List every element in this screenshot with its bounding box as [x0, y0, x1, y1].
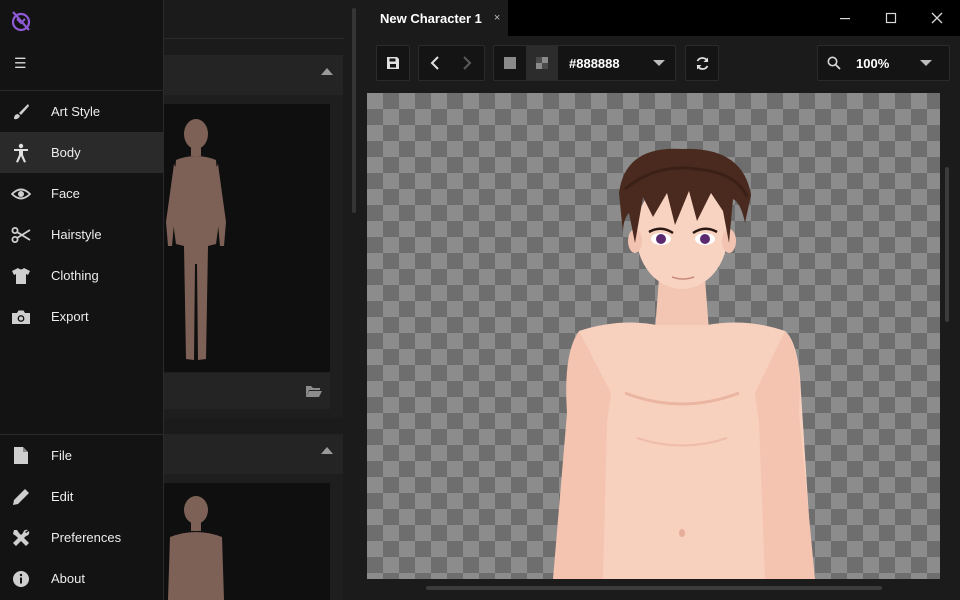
body-type-preview[interactable]: [164, 104, 330, 372]
panel-divider: [164, 38, 344, 39]
folder-open-icon[interactable]: [305, 385, 323, 398]
body-section-header[interactable]: [164, 434, 343, 474]
character-preview: [553, 148, 815, 579]
save-icon: [387, 57, 399, 69]
nav-item-edit[interactable]: Edit: [0, 476, 163, 517]
hamburger-icon[interactable]: ☰: [14, 55, 27, 72]
preview-footer: [164, 373, 330, 409]
editor-area: New Character 1 × #888888 100%: [366, 0, 960, 600]
transparent-background-button[interactable]: [526, 46, 558, 80]
reset-group: [685, 45, 719, 81]
history-group: [418, 45, 485, 81]
camera-icon: [10, 306, 32, 328]
tab-title: New Character 1: [380, 10, 482, 26]
nav-item-label: Art Style: [51, 104, 101, 119]
nav-item-label: Edit: [51, 489, 74, 504]
close-icon: [931, 12, 943, 24]
maximize-button[interactable]: [868, 0, 914, 36]
character-canvas[interactable]: [367, 93, 940, 579]
nav-item-body[interactable]: Body: [0, 132, 163, 173]
refresh-icon: [696, 56, 708, 70]
body-section-header[interactable]: [164, 55, 343, 95]
nav-item-label: Body: [51, 145, 81, 160]
nav-item-face[interactable]: Face: [0, 173, 163, 214]
tshirt-icon: [10, 265, 32, 287]
chevron-right-icon: [463, 56, 472, 70]
redo-button[interactable]: [451, 46, 483, 80]
nav-item-label: Export: [51, 309, 89, 324]
background-group: #888888: [493, 45, 676, 81]
close-tab-icon[interactable]: ×: [494, 12, 500, 24]
nav-item-label: Preferences: [51, 530, 122, 545]
nav-item-clothing[interactable]: Clothing: [0, 255, 163, 296]
nav-item-art-style[interactable]: Art Style: [0, 91, 163, 132]
maximize-icon: [885, 12, 897, 24]
canvas-vertical-scrollbar[interactable]: [945, 167, 949, 322]
navigation-drawer: ☰ Art Style Body Face Hairstyle Clothing: [0, 0, 164, 600]
pencil-icon: [10, 486, 32, 508]
close-window-button[interactable]: [914, 0, 960, 36]
panel-scrollbar[interactable]: [352, 8, 356, 213]
tab-bar: New Character 1 ×: [366, 0, 960, 36]
save-group: [376, 45, 410, 81]
brush-icon: [10, 101, 32, 123]
nav-item-hairstyle[interactable]: Hairstyle: [0, 214, 163, 255]
nav-item-about[interactable]: About: [0, 558, 163, 599]
zoom-group[interactable]: 100%: [817, 45, 950, 81]
info-icon: [10, 568, 32, 590]
solid-background-button[interactable]: [494, 46, 526, 80]
nav-item-label: Clothing: [51, 268, 99, 283]
nav-item-file[interactable]: File: [0, 435, 163, 476]
nav-item-label: About: [51, 571, 85, 586]
nav-item-label: Hairstyle: [51, 227, 102, 242]
background-color-value[interactable]: #888888: [569, 56, 653, 71]
minimize-icon: [840, 18, 850, 20]
chevron-down-icon[interactable]: [920, 60, 932, 66]
solid-square-icon: [504, 57, 516, 69]
nav-item-label: File: [51, 448, 72, 463]
file-icon: [10, 445, 32, 467]
canvas-horizontal-scrollbar[interactable]: [426, 586, 882, 590]
tools-icon: [10, 527, 32, 549]
canvas-toolbar: #888888 100%: [366, 36, 960, 92]
eye-icon: [10, 183, 32, 205]
checkerboard-icon: [536, 57, 548, 69]
body-silhouette-image: [166, 119, 226, 360]
nav-item-label: Face: [51, 186, 80, 201]
save-button[interactable]: [377, 46, 409, 80]
tab-new-character-1[interactable]: New Character 1 ×: [366, 0, 508, 36]
chevron-left-icon: [430, 56, 439, 70]
body-silhouette-image: [168, 496, 224, 600]
body-options-panel: [164, 0, 366, 600]
app-logo-icon: [11, 11, 31, 32]
nav-item-preferences[interactable]: Preferences: [0, 517, 163, 558]
person-icon: [10, 142, 32, 164]
zoom-level[interactable]: 100%: [856, 56, 920, 71]
undo-button[interactable]: [419, 46, 451, 80]
refresh-button[interactable]: [686, 46, 718, 80]
chevron-down-icon[interactable]: [653, 60, 665, 66]
chevron-up-icon[interactable]: [321, 68, 333, 75]
search-icon: [827, 56, 841, 70]
body-type-preview[interactable]: [164, 483, 330, 600]
zoom-button[interactable]: [818, 46, 850, 80]
nav-item-export[interactable]: Export: [0, 296, 163, 337]
scissors-icon: [10, 224, 32, 246]
minimize-button[interactable]: [822, 0, 868, 36]
chevron-up-icon[interactable]: [321, 447, 333, 454]
